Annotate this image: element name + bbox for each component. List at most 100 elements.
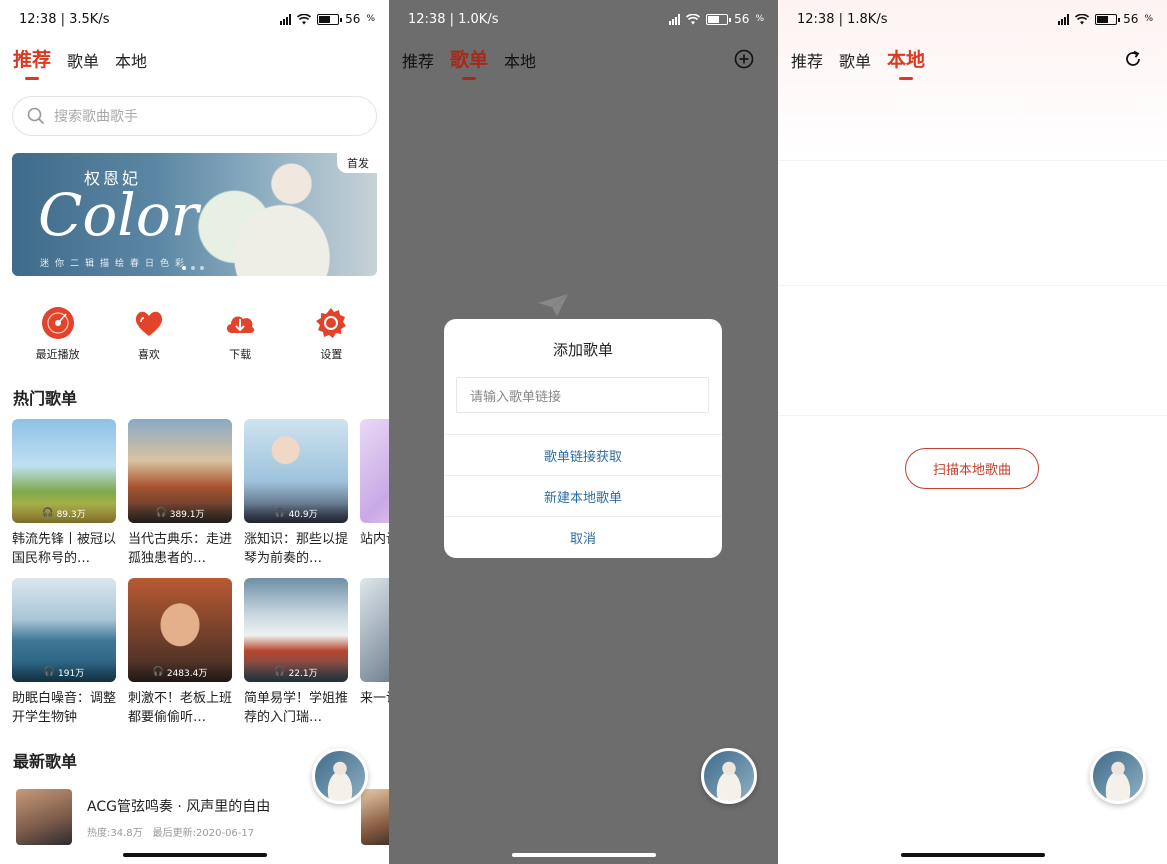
divider [778, 285, 1167, 286]
tab-playlists[interactable]: 歌单 [839, 48, 871, 78]
new-playlists-heading: 最新歌单 [13, 752, 78, 771]
play-count: 🎧 22.1万 [244, 662, 348, 682]
wifi-icon [686, 13, 701, 24]
new-playlist-cover-peek[interactable] [361, 789, 389, 845]
new-playlist-title: ACG管弦鸣奏 · 风声里的自由 [87, 798, 271, 815]
fetch-by-link-button[interactable]: 歌单链接获取 [444, 434, 722, 475]
playlist-title: 简单易学！学姐推荐的入门瑞… [244, 691, 348, 725]
play-count: 🎧 89.3万 [12, 503, 116, 523]
playlist-card[interactable]: 🎧 40.9万 涨知识：那些以提琴为前奏的… [244, 419, 348, 568]
battery-level: 56 [734, 12, 750, 26]
download-cloud-icon [227, 316, 255, 333]
quick-recent-label: 最近播放 [35, 348, 80, 361]
scan-local-songs-button[interactable]: 扫描本地歌曲 [905, 448, 1039, 489]
home-indicator[interactable] [122, 853, 267, 857]
wifi-icon [1075, 13, 1090, 24]
playlist-cover: 🎧 22.1万 [244, 578, 348, 682]
add-circle-icon[interactable] [734, 49, 754, 69]
status-bar: 12:38 | 1.0K/s 56% [389, 0, 778, 38]
playlist-title: 涨知识：那些以提琴为前奏的… [244, 532, 348, 566]
quick-settings[interactable]: 设置 [296, 306, 366, 362]
pager-dot [182, 266, 186, 270]
battery-icon [706, 13, 732, 25]
tab-playlists[interactable]: 歌单 [67, 48, 99, 78]
hot-playlists-row-1: 🎧 89.3万 韩流先锋丨被冠以国民称号的… 🎧 389.1万 当代古典乐：走进孤独… [12, 419, 389, 568]
playlist-card[interactable]: 🎧 389.1万 当代古典乐：走进孤独患者的… [128, 419, 232, 568]
status-time: 12:38 | 1.8K/s [797, 11, 888, 27]
search-placeholder: 搜索歌曲歌手 [54, 109, 138, 125]
quick-recent[interactable]: 最近播放 [23, 306, 93, 362]
add-playlist-dialog: 添加歌单 请输入歌单链接 歌单链接获取 新建本地歌单 取消 [444, 319, 722, 558]
pager-dot [191, 266, 195, 270]
banner-title: Color [38, 181, 199, 249]
top-tabs: 推荐 歌单 本地 [402, 45, 536, 80]
signal-icon [280, 13, 292, 25]
headphones-icon: 🎧 [155, 508, 167, 518]
wifi-icon [297, 13, 312, 24]
status-bar: 12:38 | 3.5K/s 56% [0, 0, 389, 38]
battery-level: 56 [1123, 12, 1139, 26]
quick-actions: 最近播放 喜欢 下载 设置 [12, 306, 377, 362]
tab-playlists[interactable]: 歌单 [450, 45, 488, 80]
play-count: 🎧 191万 [12, 662, 116, 682]
status-icons: 56% [1058, 12, 1153, 26]
promo-banner[interactable]: 权恩妃 Color 迷你二辑描绘春日色彩 首发 [12, 153, 377, 276]
playlist-card[interactable]: 来一说，我 [360, 578, 389, 727]
hot-playlists-row-2: 🎧 191万 助眠白噪音：调整开学生物钟 🎧 2483.4万 刺激不！老板上班都要偷… [12, 578, 389, 727]
screen-playlists: 12:38 | 1.0K/s 56% 推荐 歌单 本地 添加歌单 请输入歌单链接… [389, 0, 778, 864]
cancel-button[interactable]: 取消 [444, 516, 722, 557]
playlist-link-input[interactable]: 请输入歌单链接 [456, 377, 709, 413]
tab-local[interactable]: 本地 [504, 48, 536, 78]
pager-dot [200, 266, 204, 270]
banner-subtitle: 迷你二辑描绘春日色彩 [40, 259, 191, 269]
playlist-cover [360, 578, 389, 682]
playlist-cover: 🎧 2483.4万 [128, 578, 232, 682]
divider [778, 415, 1167, 416]
quick-settings-label: 设置 [320, 348, 343, 361]
status-bar: 12:38 | 1.8K/s 56% [778, 0, 1167, 38]
now-playing-disc[interactable] [1090, 748, 1146, 804]
play-count: 🎧 2483.4万 [128, 662, 232, 682]
top-tabs: 推荐 歌单 本地 [13, 45, 147, 80]
new-playlist-cover [16, 789, 72, 845]
battery-icon [1095, 13, 1121, 25]
paper-plane-icon [538, 293, 569, 316]
search-input[interactable]: 搜索歌曲歌手 [12, 96, 377, 136]
playlist-title: 助眠白噪音：调整开学生物钟 [12, 691, 116, 725]
playlist-card[interactable]: 站内设热日记 [360, 419, 389, 568]
playlist-card[interactable]: 🎧 22.1万 简单易学！学姐推荐的入门瑞… [244, 578, 348, 727]
playlist-cover: 🎧 40.9万 [244, 419, 348, 523]
home-indicator[interactable] [900, 853, 1045, 857]
headphones-icon: 🎧 [42, 508, 54, 518]
refresh-icon[interactable] [1123, 49, 1143, 69]
quick-like[interactable]: 喜欢 [114, 306, 184, 362]
screen-local: 12:38 | 1.8K/s 56% 推荐 歌单 本地 扫描本地歌曲 [778, 0, 1167, 864]
playlist-card[interactable]: 🎧 191万 助眠白噪音：调整开学生物钟 [12, 578, 116, 727]
playlist-cover: 🎧 191万 [12, 578, 116, 682]
quick-download[interactable]: 下载 [205, 306, 275, 362]
status-time: 12:38 | 3.5K/s [19, 11, 110, 27]
now-playing-disc[interactable] [701, 748, 757, 804]
status-time: 12:38 | 1.0K/s [408, 11, 499, 27]
playlist-title: 刺激不！老板上班都要偷偷听… [128, 691, 232, 725]
dialog-title: 添加歌单 [552, 341, 613, 359]
tab-recommend[interactable]: 推荐 [13, 45, 51, 80]
playlist-card[interactable]: 🎧 89.3万 韩流先锋丨被冠以国民称号的… [12, 419, 116, 568]
now-playing-disc[interactable] [312, 748, 368, 804]
tab-local[interactable]: 本地 [887, 45, 925, 80]
new-local-playlist-button[interactable]: 新建本地歌单 [444, 475, 722, 516]
headphones-icon: 🎧 [274, 667, 286, 677]
status-icons: 56% [280, 12, 375, 26]
disc-icon [41, 307, 74, 339]
banner-pager [182, 266, 204, 270]
playlist-card[interactable]: 🎧 2483.4万 刺激不！老板上班都要偷偷听… [128, 578, 232, 727]
home-indicator[interactable] [511, 853, 656, 857]
tab-recommend[interactable]: 推荐 [791, 48, 823, 78]
playlist-cover [360, 419, 389, 523]
tab-recommend[interactable]: 推荐 [402, 48, 434, 78]
top-tabs: 推荐 歌单 本地 [791, 45, 925, 80]
heart-icon [135, 311, 162, 336]
new-playlist-heat: 热度:34.8万 [87, 827, 143, 839]
tab-local[interactable]: 本地 [115, 48, 147, 78]
new-playlist-item[interactable]: ACG管弦鸣奏 · 风声里的自由 热度:34.8万 最后更新:2020-06-17 [16, 789, 270, 845]
